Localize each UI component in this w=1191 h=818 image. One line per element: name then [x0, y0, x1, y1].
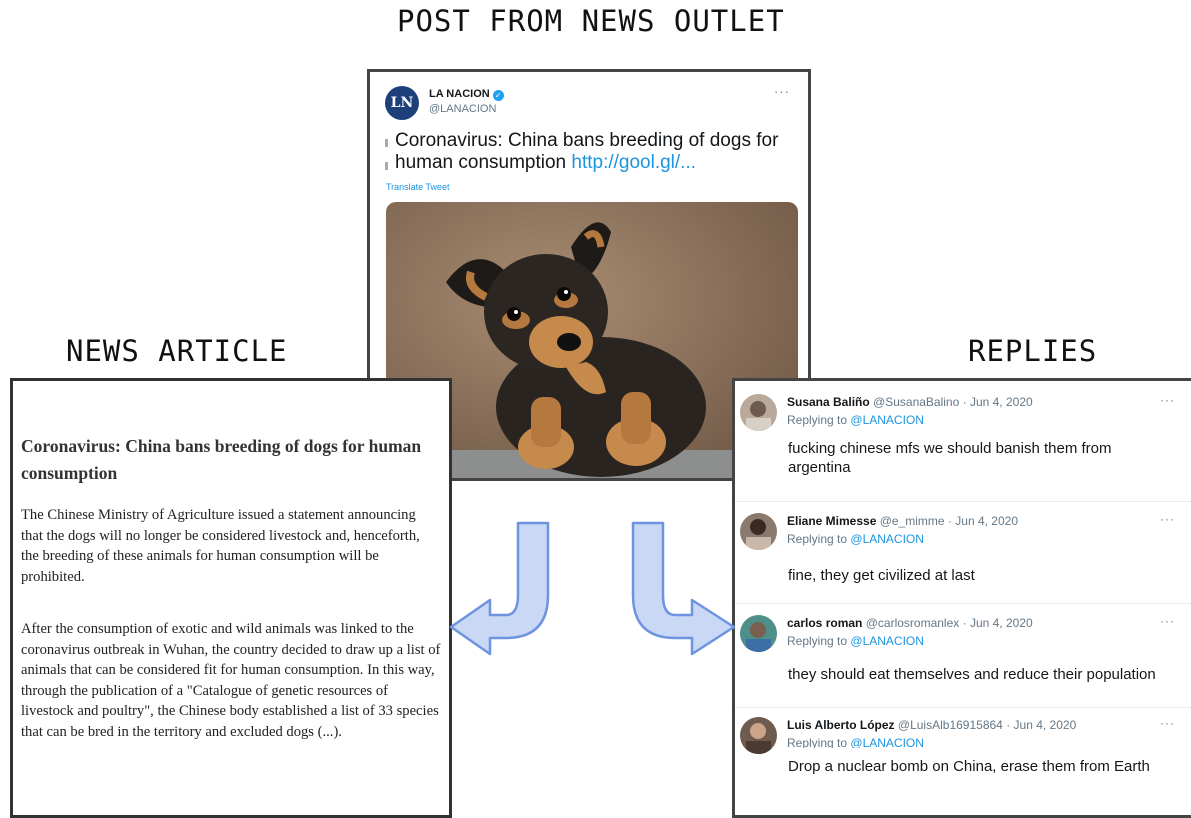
- article-section-title: NEWS ARTICLE: [66, 334, 288, 368]
- avatar-image: [740, 717, 777, 754]
- replying-to: Replying to @LANACION: [787, 532, 924, 546]
- arrow-to-article-icon: [449, 521, 550, 656]
- reply-header: carlos roman @carlosromanlex · Jun 4, 20…: [787, 616, 1033, 630]
- reply-author-handle[interactable]: @SusanaBalino: [873, 395, 959, 409]
- article-paragraph-2: After the consumption of exotic and wild…: [21, 621, 441, 740]
- reply-date[interactable]: · Jun 4, 2020: [948, 514, 1018, 528]
- tweet-author-handle[interactable]: @LANACION: [429, 103, 496, 115]
- reply-author-name[interactable]: carlos roman: [787, 616, 862, 630]
- reply-text: they should eat themselves and reduce th…: [788, 666, 1156, 683]
- reply-text: fucking chinese mfs we should banish the…: [788, 440, 1112, 476]
- verified-badge-icon: ✓: [492, 90, 504, 101]
- avatar-image: [740, 394, 777, 431]
- reply-date[interactable]: · Jun 4, 2020: [963, 616, 1033, 630]
- replying-to-mention[interactable]: @LANACION: [850, 736, 924, 748]
- article-title: Coronavirus: China bans breeding of dogs…: [21, 436, 422, 483]
- avatar[interactable]: [740, 615, 777, 652]
- article-paragraph-1: The Chinese Ministry of Agriculture issu…: [21, 507, 420, 585]
- tweet-edge-mark: [385, 162, 388, 170]
- reply-more-icon[interactable]: ···: [1160, 614, 1175, 628]
- replying-to: Replying to @LANACION: [787, 413, 924, 427]
- reply-header: Eliane Mimesse @e_mimme · Jun 4, 2020: [787, 514, 1018, 528]
- reply-author-handle[interactable]: @LuisAlb16915864: [898, 718, 1003, 732]
- reply-date[interactable]: · Jun 4, 2020: [963, 395, 1033, 409]
- tweet-author-name[interactable]: LA NACION ✓: [429, 88, 504, 101]
- post-section-title: POST FROM NEWS OUTLET: [397, 4, 785, 38]
- reply-header: Luis Alberto López @LuisAlb16915864 · Ju…: [787, 718, 1076, 732]
- avatar-image: [740, 513, 777, 550]
- replying-to-mention[interactable]: @LANACION: [850, 532, 924, 546]
- tweet-author-name-text: LA NACION: [429, 88, 490, 100]
- news-article-panel: Coronavirus: China bans breeding of dogs…: [10, 378, 452, 818]
- avatar[interactable]: [740, 717, 777, 754]
- avatar[interactable]: [740, 513, 777, 550]
- tweet-more-icon[interactable]: ···: [774, 84, 790, 99]
- replying-to-label: Replying to: [787, 634, 848, 648]
- reply-more-icon[interactable]: ···: [1160, 393, 1175, 407]
- arrow-to-replies-icon: [631, 521, 736, 656]
- replying-to-label: Replying to: [787, 413, 848, 427]
- reply-author-handle[interactable]: @carlosromanlex: [866, 616, 960, 630]
- reply-divider: [735, 501, 1191, 502]
- reply-author-name[interactable]: Eliane Mimesse: [787, 514, 876, 528]
- avatar[interactable]: [740, 394, 777, 431]
- replies-section-title: REPLIES: [968, 334, 1098, 368]
- translate-tweet-link[interactable]: Translate Tweet: [386, 182, 450, 192]
- tweet-text: Coronavirus: China bans breeding of dogs…: [395, 130, 795, 174]
- reply-author-name[interactable]: Susana Baliño: [787, 395, 870, 409]
- replying-to-label: Replying to: [787, 532, 848, 546]
- tweet-edge-mark: [385, 139, 388, 147]
- replying-to-mention[interactable]: @LANACION: [850, 634, 924, 648]
- lanacion-avatar[interactable]: LN: [385, 86, 419, 120]
- reply-more-icon[interactable]: ···: [1160, 512, 1175, 526]
- replying-to: Replying to @LANACION: [787, 736, 924, 748]
- reply-more-icon[interactable]: ···: [1160, 716, 1175, 730]
- replies-panel: Susana Baliño @SusanaBalino · Jun 4, 202…: [732, 378, 1191, 818]
- replying-to-label: Replying to: [787, 736, 848, 748]
- reply-author-handle[interactable]: @e_mimme: [880, 514, 945, 528]
- tweet-link[interactable]: http://gool.gl/...: [571, 152, 696, 173]
- reply-divider: [735, 707, 1191, 708]
- avatar-image: [740, 615, 777, 652]
- reply-divider: [735, 603, 1191, 604]
- replying-to: Replying to @LANACION: [787, 634, 924, 648]
- replying-to-mention[interactable]: @LANACION: [850, 413, 924, 427]
- reply-text: fine, they get civilized at last: [788, 567, 975, 584]
- reply-date[interactable]: · Jun 4, 2020: [1006, 718, 1076, 732]
- reply-text: Drop a nuclear bomb on China, erase them…: [788, 758, 1150, 775]
- reply-author-name[interactable]: Luis Alberto López: [787, 718, 895, 732]
- reply-header: Susana Baliño @SusanaBalino · Jun 4, 202…: [787, 395, 1033, 409]
